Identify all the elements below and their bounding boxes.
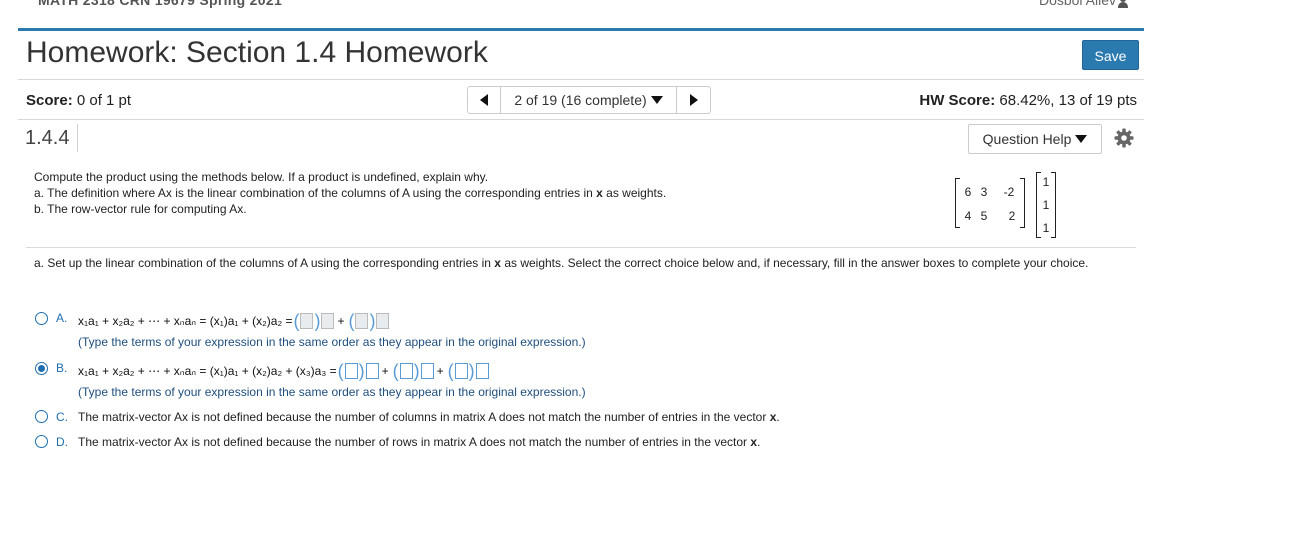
choice-a-letter: A. xyxy=(56,311,68,325)
equation-text: x₁a₁ + x₂a₂ + ⋯ + xₙaₙ = (x₁)a₁ + (x₂)a₂… xyxy=(78,314,293,328)
vector-cell: 1 xyxy=(1042,198,1050,212)
choice-a-equation: x₁a₁ + x₂a₂ + ⋯ + xₙaₙ = (x₁)a₁ + (x₂)a₂… xyxy=(78,312,390,330)
question-number: 1.4.4 xyxy=(18,124,78,152)
answer-box[interactable] xyxy=(355,313,369,329)
answer-box[interactable] xyxy=(475,363,489,379)
choice-c-letter: C. xyxy=(56,410,68,424)
course-title: MATH 2318 CRN 19679 Spring 2021 xyxy=(38,0,283,8)
question-help-label: Question Help xyxy=(982,131,1072,147)
hw-score-value: 68.42%, 13 of 19 pts xyxy=(999,92,1137,109)
prompt-line: a. The definition where Ax is the linear… xyxy=(34,186,667,200)
hw-score-display: HW Score: 68.42%, 13 of 19 pts xyxy=(919,92,1137,109)
answer-box[interactable] xyxy=(376,313,390,329)
score-label: Score: xyxy=(26,92,73,109)
dropdown-arrow-icon xyxy=(650,96,663,104)
choice-b-equation: x₁a₁ + x₂a₂ + ⋯ + xₙaₙ = (x₁)a₁ + (x₂)a₂… xyxy=(78,362,489,380)
answer-box[interactable] xyxy=(454,363,468,379)
question-selector[interactable]: 2 of 19 (16 complete) xyxy=(501,86,677,114)
equation-text: x₁a₁ + x₂a₂ + ⋯ + xₙaₙ = (x₁)a₁ + (x₂)a₂… xyxy=(78,364,337,378)
choice-d-radio[interactable] xyxy=(35,435,48,448)
question-navigator: 2 of 19 (16 complete) xyxy=(467,86,711,114)
answer-box[interactable] xyxy=(300,313,314,329)
course-header: MATH 2318 CRN 19679 Spring 2021 Dosbol A… xyxy=(18,0,1144,26)
hw-score-label: HW Score: xyxy=(919,92,996,109)
divider xyxy=(18,79,1144,80)
dropdown-arrow-icon xyxy=(1075,135,1088,143)
question-prompt: Compute the product using the methods be… xyxy=(34,169,666,217)
divider xyxy=(26,247,1136,248)
matrix-cell: 3 xyxy=(980,185,988,199)
choice-a-hint: (Type the terms of your expression in th… xyxy=(78,335,586,349)
save-button[interactable]: Save xyxy=(1082,40,1139,70)
prompt-line: Compute the product using the methods be… xyxy=(34,170,489,184)
gear-icon[interactable] xyxy=(1114,128,1134,148)
choice-d-letter: D. xyxy=(56,435,68,449)
vector-cell: 1 xyxy=(1042,175,1050,189)
user-icon[interactable] xyxy=(1118,0,1128,8)
answer-box[interactable] xyxy=(344,363,358,379)
question-position: 2 of 19 (16 complete) xyxy=(514,92,647,108)
vector-cell: 1 xyxy=(1042,221,1050,235)
answer-box[interactable] xyxy=(321,313,335,329)
answer-box[interactable] xyxy=(399,363,413,379)
answer-box[interactable] xyxy=(420,363,434,379)
matrix-a: 6 3 -2 4 5 2 xyxy=(955,178,1025,228)
user-name[interactable]: Dosbol Aliev xyxy=(1039,0,1116,8)
matrix-cell: 5 xyxy=(980,209,988,223)
choice-b-letter: B. xyxy=(56,361,68,375)
part-a-instructions: a. Set up the linear combination of the … xyxy=(34,256,1089,270)
accent-bar xyxy=(18,28,1144,31)
question-help-button[interactable]: Question Help xyxy=(968,124,1102,154)
choice-a-radio[interactable] xyxy=(35,312,48,325)
vector-x: 1 1 1 xyxy=(1036,172,1056,238)
choice-d-text: The matrix-vector Ax is not defined beca… xyxy=(78,435,761,449)
score-display: Score: 0 of 1 pt xyxy=(26,92,131,109)
next-arrow-icon xyxy=(689,94,698,106)
matrix-cell: 2 xyxy=(1008,209,1016,223)
divider xyxy=(18,119,1144,120)
next-question-button[interactable] xyxy=(677,86,711,114)
page-title: Homework: Section 1.4 Homework xyxy=(26,36,488,69)
choice-c-text: The matrix-vector Ax is not defined beca… xyxy=(78,410,780,424)
matrix-cell: -2 xyxy=(1003,185,1015,199)
choice-b-radio[interactable] xyxy=(35,362,48,375)
score-value: 0 of 1 pt xyxy=(76,92,132,109)
choice-b-hint: (Type the terms of your expression in th… xyxy=(78,385,586,399)
previous-arrow-icon xyxy=(480,94,488,106)
answer-box[interactable] xyxy=(365,363,379,379)
choice-c-radio[interactable] xyxy=(35,410,48,423)
previous-question-button[interactable] xyxy=(467,86,501,114)
prompt-line: b. The row-vector rule for computing Ax. xyxy=(34,202,247,216)
